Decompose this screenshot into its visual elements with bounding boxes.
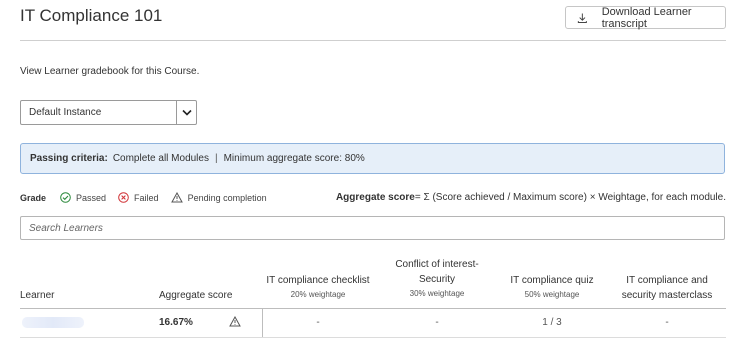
legend-grade-label: Grade <box>20 192 47 203</box>
col-header-masterclass: IT compliance and security masterclass <box>608 273 726 303</box>
intro-text: View Learner gradebook for this Course. <box>20 66 200 77</box>
col-header-learner: Learner <box>20 290 55 301</box>
table-header-divider <box>20 308 726 309</box>
aggregate-score-value: 16.67% <box>159 317 193 328</box>
col-header-aggregate: Aggregate score <box>159 290 233 301</box>
col-header-checklist: IT compliance checklist 20% weightage <box>262 273 374 302</box>
page-title: IT Compliance 101 <box>20 6 163 25</box>
header-divider <box>20 40 726 41</box>
col-quiz-title: IT compliance quiz <box>510 275 594 286</box>
criteria-modules: Complete all Modules <box>112 153 209 164</box>
download-transcript-button[interactable]: Download Learner transcript <box>565 5 726 30</box>
chevron-down-icon[interactable] <box>176 101 196 124</box>
criteria-label: Passing criteria: <box>30 153 108 164</box>
col-checklist-weight: 20% weightage <box>290 290 346 299</box>
cell-checklist: - <box>316 317 320 328</box>
col-conflict-weight: 30% weightage <box>409 289 465 298</box>
legend-passed: Passed <box>60 192 106 203</box>
learner-name-redacted[interactable] <box>22 317 84 328</box>
formula-label: Aggregate score <box>335 192 415 203</box>
legend-failed: Failed <box>118 192 159 203</box>
cell-quiz[interactable]: 1 / 3 <box>498 317 606 328</box>
col-masterclass-title-line2: security masterclass <box>621 290 713 301</box>
col-checklist-title: IT compliance checklist <box>266 275 370 286</box>
col-conflict-title-line2: Security <box>418 274 456 285</box>
cell-masterclass: - <box>665 317 669 328</box>
instance-select-value: Default Instance <box>29 107 102 118</box>
col-header-quiz: IT compliance quiz 50% weightage <box>498 273 606 302</box>
col-header-conflict: Conflict of interest- Security 30% weigh… <box>377 257 497 301</box>
cell-conflict: - <box>435 317 439 328</box>
warning-triangle-icon <box>229 316 241 327</box>
criteria-separator: | <box>214 153 218 164</box>
grade-legend: Grade Passed Failed Pending completion <box>20 192 279 203</box>
check-circle-icon <box>60 192 71 203</box>
warning-triangle-icon <box>170 192 183 203</box>
criteria-min-score: Minimum aggregate score: 80% <box>223 153 365 164</box>
col-conflict-title-line1: Conflict of interest- <box>395 259 479 270</box>
passing-criteria-banner: Passing criteria: Complete all Modules |… <box>20 143 725 174</box>
download-icon <box>577 13 587 23</box>
formula-text: = Σ (Score achieved / Maximum score) × W… <box>414 192 726 203</box>
legend-pending-label: Pending completion <box>187 192 267 203</box>
legend-passed-label: Passed <box>76 192 107 203</box>
col-quiz-weight: 50% weightage <box>524 290 580 299</box>
legend-pending: Pending completion <box>170 192 267 203</box>
search-learners-input[interactable] <box>20 216 725 240</box>
col-masterclass-title-line1: IT compliance and <box>626 275 708 286</box>
x-circle-icon <box>118 192 129 203</box>
aggregate-formula: Aggregate score= Σ (Score achieved / Max… <box>336 192 726 203</box>
legend-failed-label: Failed <box>134 192 159 203</box>
table-row-divider <box>20 337 726 338</box>
instance-select[interactable]: Default Instance <box>20 100 197 125</box>
download-transcript-label: Download Learner transcript <box>601 5 692 30</box>
